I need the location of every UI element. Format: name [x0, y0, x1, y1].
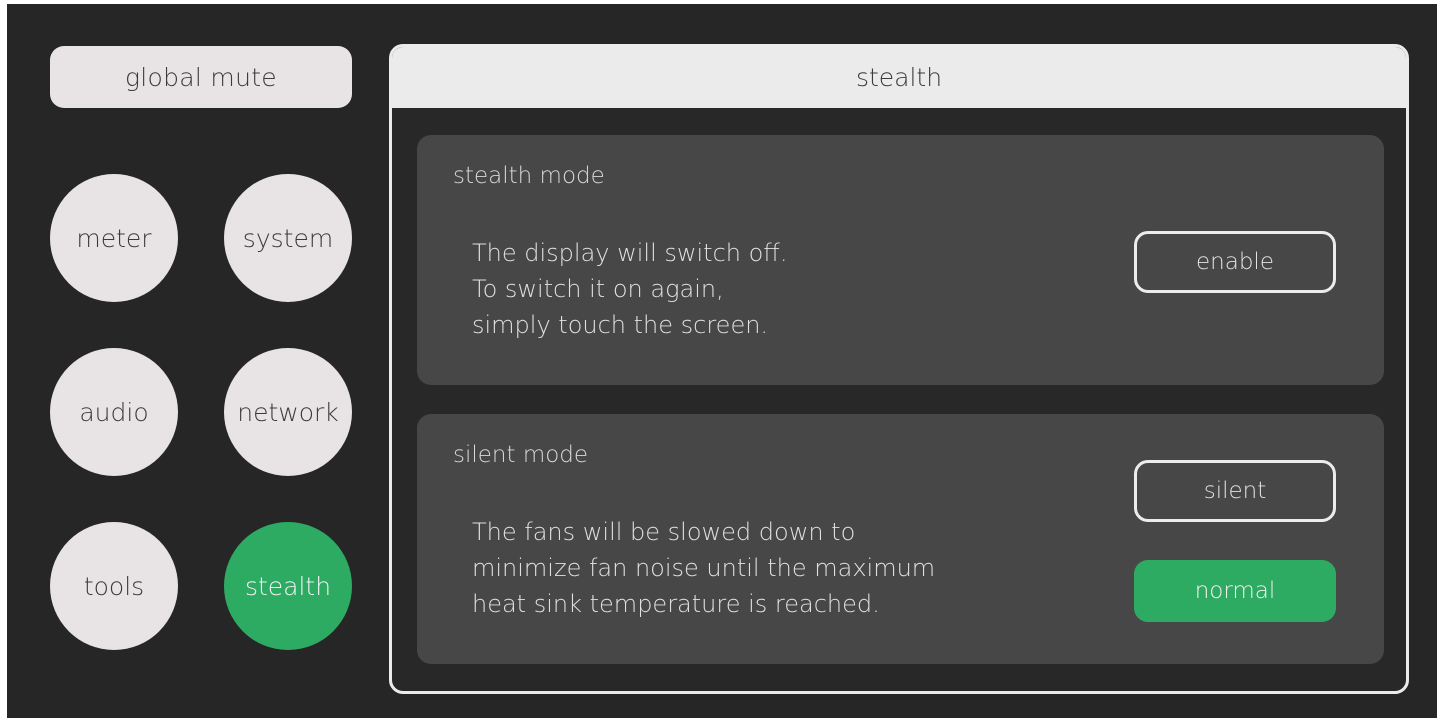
- stealth-mode-title: stealth mode: [453, 163, 605, 189]
- nav-stealth-button[interactable]: stealth: [224, 522, 352, 650]
- global-mute-button[interactable]: global mute: [50, 46, 352, 108]
- device-screen: global mute meter system audio network t…: [7, 4, 1437, 718]
- nav-system-label: system: [242, 223, 334, 253]
- panel-title: stealth: [855, 63, 943, 92]
- silent-mode-description: The fans will be slowed down to minimize…: [472, 518, 936, 618]
- enable-stealth-label: enable: [1196, 249, 1274, 275]
- normal-button[interactable]: normal: [1134, 560, 1336, 622]
- stealth-mode-section: stealth mode The display will switch off…: [417, 135, 1384, 385]
- nav-audio-button[interactable]: audio: [50, 348, 178, 476]
- nav-network-label: network: [237, 397, 339, 427]
- silent-button-label: silent: [1203, 478, 1267, 504]
- silent-mode-title: silent mode: [453, 442, 589, 468]
- normal-button-label: normal: [1194, 578, 1276, 604]
- stealth-mode-description: The display will switch off. To switch i…: [472, 239, 788, 339]
- nav-tools-button[interactable]: tools: [50, 522, 178, 650]
- nav-network-button[interactable]: network: [224, 348, 352, 476]
- silent-button[interactable]: silent: [1134, 460, 1336, 522]
- stealth-panel: stealth stealth mode The display will sw…: [389, 44, 1409, 694]
- nav-meter-label: meter: [76, 223, 152, 253]
- global-mute-label: global mute: [124, 62, 277, 92]
- nav-audio-label: audio: [79, 397, 149, 427]
- silent-mode-section: silent mode The fans will be slowed down…: [417, 414, 1384, 664]
- nav-system-button[interactable]: system: [224, 174, 352, 302]
- panel-header: stealth: [392, 47, 1406, 108]
- nav-meter-button[interactable]: meter: [50, 174, 178, 302]
- nav-tools-label: tools: [83, 571, 145, 601]
- nav-stealth-label: stealth: [244, 571, 332, 601]
- enable-stealth-button[interactable]: enable: [1134, 231, 1336, 293]
